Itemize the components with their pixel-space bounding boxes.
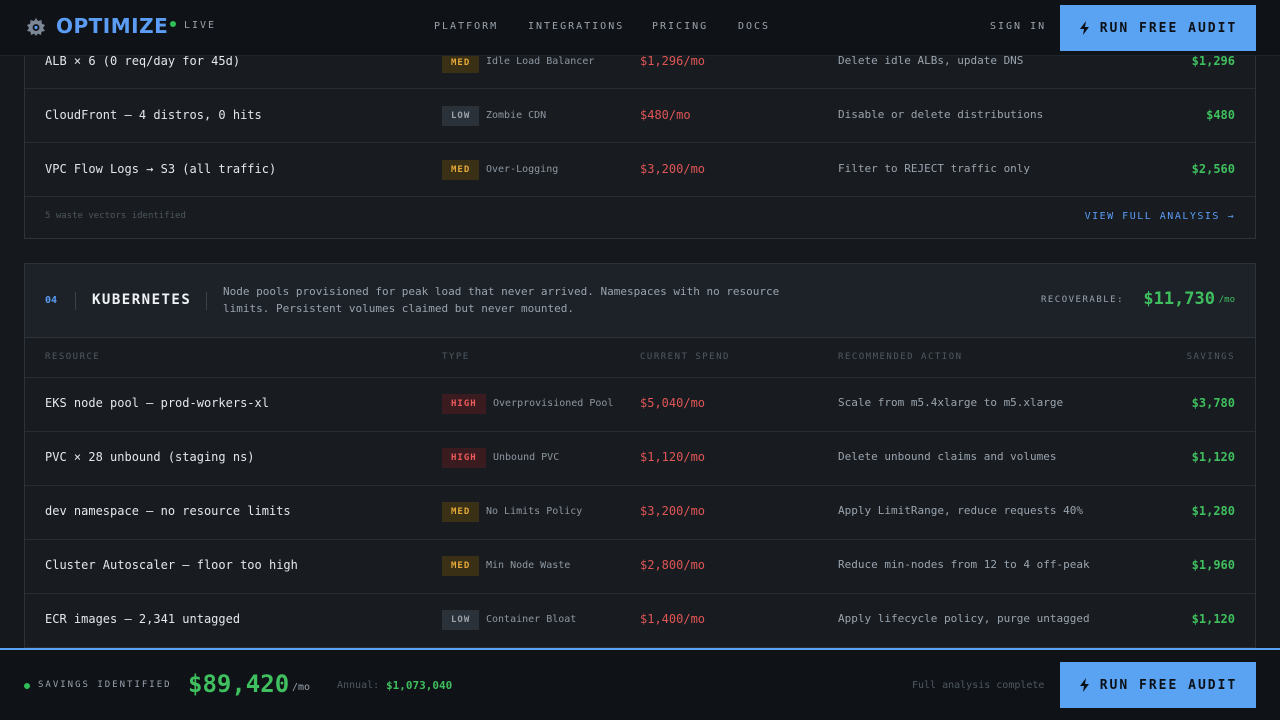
- run-free-audit-button-bottom[interactable]: RUN FREE AUDIT: [1060, 662, 1256, 708]
- savings-value: $3,780: [1191, 396, 1235, 410]
- current-spend: $1,400/mo: [640, 612, 706, 626]
- current-spend: $3,200/mo: [640, 162, 706, 176]
- column-header-savings: SAVINGS: [1186, 352, 1235, 362]
- severity-badge: MED: [442, 53, 480, 73]
- current-spend: $5,040/mo: [640, 396, 706, 410]
- resource-name: EKS node pool — prod-workers-xl: [45, 396, 269, 410]
- resource-name: ALB × 6 (0 req/day for 45d): [45, 54, 241, 68]
- panel-footer: 5 waste vectors identified VIEW FULL ANA…: [25, 198, 1255, 238]
- live-label: LIVE: [184, 20, 217, 31]
- top-navigation: OPTIMIZE LIVE PLATFORM INTEGRATIONS PRIC…: [0, 0, 1280, 56]
- nav-platform[interactable]: PLATFORM: [434, 21, 498, 32]
- divider: [206, 292, 207, 310]
- section-header: 04 KUBERNETES Node pools provisioned for…: [25, 264, 1255, 338]
- sign-in-link[interactable]: SIGN IN: [990, 21, 1046, 32]
- nav-integrations[interactable]: INTEGRATIONS: [528, 21, 624, 32]
- recoverable-label: RECOVERABLE:: [1040, 295, 1124, 305]
- annual-value: $1,073,040: [386, 679, 453, 692]
- total-savings-amount: $89,420: [188, 670, 290, 698]
- savings-summary-bar: SAVINGS IDENTIFIED $89,420 /mo Annual: $…: [0, 648, 1280, 720]
- severity-badge: LOW: [442, 106, 480, 126]
- nav-pricing[interactable]: PRICING: [652, 21, 708, 32]
- section-title: KUBERNETES: [92, 292, 192, 308]
- column-header-type: TYPE: [442, 352, 470, 362]
- severity-badge: MED: [442, 556, 480, 576]
- waste-type: Min Node Waste: [486, 560, 571, 571]
- table-row[interactable]: dev namespace — no resource limits MED N…: [25, 486, 1255, 540]
- severity-badge: LOW: [442, 610, 480, 630]
- resource-name: dev namespace — no resource limits: [45, 504, 291, 518]
- waste-type: Idle Load Balancer: [486, 56, 595, 67]
- analysis-status: Full analysis complete: [912, 680, 1045, 691]
- total-savings-unit: /mo: [292, 682, 311, 693]
- severity-badge: MED: [442, 160, 480, 180]
- column-header-resource: RESOURCE: [45, 352, 101, 362]
- current-spend: $2,800/mo: [640, 558, 706, 572]
- waste-type: Overprovisioned Pool: [493, 398, 614, 409]
- table-row[interactable]: EKS node pool — prod-workers-xl HIGH Ove…: [25, 378, 1255, 432]
- current-spend: $1,296/mo: [640, 54, 706, 68]
- brand-name[interactable]: OPTIMIZE: [56, 14, 168, 38]
- recommended-action: Reduce min-nodes from 12 to 4 off-peak: [838, 558, 1090, 571]
- savings-value: $480: [1206, 108, 1235, 122]
- nav-docs[interactable]: DOCS: [738, 21, 770, 32]
- annual-label: Annual:: [337, 680, 380, 691]
- waste-vector-count: 5 waste vectors identified: [45, 211, 186, 221]
- lightning-icon: [1079, 678, 1089, 692]
- live-dot-icon: [170, 21, 176, 27]
- savings-value: $2,560: [1191, 162, 1235, 176]
- resource-name: ECR images — 2,341 untagged: [45, 612, 241, 626]
- section-number: 04: [45, 295, 58, 306]
- table-header: RESOURCE TYPE CURRENT SPEND RECOMMENDED …: [25, 338, 1255, 378]
- resource-name: Cluster Autoscaler — floor too high: [45, 558, 298, 572]
- recommended-action: Apply LimitRange, reduce requests 40%: [838, 504, 1084, 517]
- recommended-action: Apply lifecycle policy, purge untagged: [838, 612, 1090, 625]
- waste-type: No Limits Policy: [486, 506, 583, 517]
- recoverable-value: $11,730: [1143, 289, 1215, 309]
- waste-type: Unbound PVC: [493, 452, 560, 463]
- table-row[interactable]: VPC Flow Logs → S3 (all traffic) MED Ove…: [25, 143, 1255, 197]
- run-free-audit-button[interactable]: RUN FREE AUDIT: [1060, 5, 1256, 51]
- recommended-action: Disable or delete distributions: [838, 108, 1044, 121]
- severity-badge: HIGH: [442, 448, 486, 468]
- cta-label: RUN FREE AUDIT: [1099, 677, 1238, 693]
- live-status: LIVE: [170, 20, 216, 31]
- recommended-action: Delete unbound claims and volumes: [838, 450, 1057, 463]
- severity-badge: MED: [442, 502, 480, 522]
- current-spend: $3,200/mo: [640, 504, 706, 518]
- table-row[interactable]: ECR images — 2,341 untagged LOW Containe…: [25, 594, 1255, 648]
- section-description: Node pools provisioned for peak load tha…: [223, 285, 780, 315]
- savings-value: $1,296: [1191, 54, 1235, 68]
- waste-type: Zombie CDN: [486, 110, 547, 121]
- severity-badge: HIGH: [442, 394, 486, 414]
- savings-identified-label: SAVINGS IDENTIFIED: [38, 680, 172, 690]
- recommended-action: Scale from m5.4xlarge to m5.xlarge: [838, 396, 1064, 409]
- recommended-action: Filter to REJECT traffic only: [838, 162, 1031, 175]
- column-header-spend: CURRENT SPEND: [640, 352, 730, 362]
- divider: [75, 292, 76, 310]
- savings-value: $1,960: [1191, 558, 1235, 572]
- waste-type: Over-Logging: [486, 164, 559, 175]
- lightning-icon: [1079, 21, 1089, 35]
- table-row[interactable]: CloudFront — 4 distros, 0 hits LOW Zombi…: [25, 89, 1255, 143]
- current-spend: $480/mo: [640, 108, 691, 122]
- current-spend: $1,120/mo: [640, 450, 706, 464]
- waste-type: Container Bloat: [486, 614, 577, 625]
- view-full-analysis-link[interactable]: VIEW FULL ANALYSIS →: [1085, 211, 1235, 222]
- gear-logo-icon: [27, 18, 45, 36]
- kubernetes-panel: 04 KUBERNETES Node pools provisioned for…: [24, 263, 1256, 663]
- resource-name: CloudFront — 4 distros, 0 hits: [45, 108, 262, 122]
- recoverable-unit: /mo: [1218, 295, 1235, 305]
- cta-label: RUN FREE AUDIT: [1099, 20, 1238, 36]
- resource-name: PVC × 28 unbound (staging ns): [45, 450, 255, 464]
- savings-value: $1,120: [1191, 612, 1235, 626]
- savings-value: $1,280: [1191, 504, 1235, 518]
- resource-name: VPC Flow Logs → S3 (all traffic): [45, 162, 277, 176]
- status-dot-icon: [24, 683, 30, 689]
- table-row[interactable]: Cluster Autoscaler — floor too high MED …: [25, 540, 1255, 594]
- column-header-action: RECOMMENDED ACTION: [838, 352, 963, 362]
- savings-value: $1,120: [1191, 450, 1235, 464]
- table-row[interactable]: PVC × 28 unbound (staging ns) HIGH Unbou…: [25, 432, 1255, 486]
